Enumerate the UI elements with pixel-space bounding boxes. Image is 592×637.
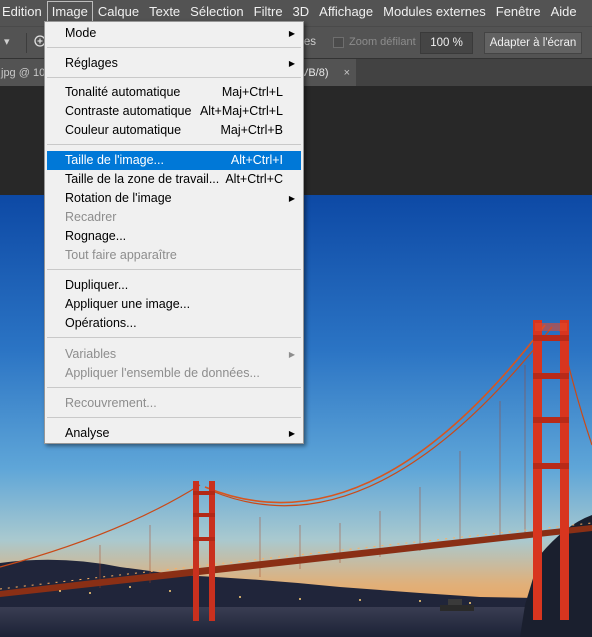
menu-modules-externes[interactable]: Modules externes (378, 1, 491, 23)
close-icon[interactable]: × (344, 59, 350, 87)
menu-item-label: Taille de la zone de travail... (65, 172, 220, 186)
zoom-level-field[interactable]: 100 % (420, 32, 473, 54)
menu-item-trim[interactable]: Rognage... (47, 227, 301, 246)
menu-item-crop: Recadrer (47, 208, 301, 227)
menu-item-shortcut: Alt+Maj+Ctrl+L (199, 104, 283, 118)
menu-item-reglages[interactable]: Réglages ▶ (47, 54, 301, 73)
menu-item-label: Dupliquer... (65, 278, 129, 292)
menu-separator (47, 337, 301, 338)
menu-item-label: Rotation de l'image (65, 191, 172, 205)
document-tab-active[interactable]: VB/8) × (300, 59, 356, 87)
menu-separator (47, 77, 301, 78)
menu-item-label: Variables (65, 347, 117, 361)
menu-fenetre[interactable]: Fenêtre (491, 1, 546, 23)
menu-separator (47, 144, 301, 145)
menu-image[interactable]: Image (46, 1, 93, 23)
menu-item-canvas-size[interactable]: Taille de la zone de travail... Alt+Ctrl… (47, 170, 301, 189)
menu-item-label: Tonalité automatique (65, 85, 181, 99)
menu-item-calculations[interactable]: Opérations... (47, 314, 301, 333)
menu-item-label: Taille de l'image... (65, 153, 164, 167)
menu-item-image-size[interactable]: Taille de l'image... Alt+Ctrl+I (47, 151, 301, 170)
menu-item-label: Recouvrement... (65, 396, 157, 410)
menu-item-label: Opérations... (65, 316, 137, 330)
menu-item-label: Appliquer une image... (65, 297, 191, 311)
menu-edition[interactable]: Edition (0, 1, 47, 23)
menu-item-trap: Recouvrement... (47, 394, 301, 413)
menu-aide[interactable]: Aide (546, 1, 582, 23)
menu-separator (47, 387, 301, 388)
menu-item-shortcut: Maj+Ctrl+L (221, 85, 283, 99)
menu-item-label: Réglages (65, 56, 118, 70)
menu-3d[interactable]: 3D (288, 1, 315, 23)
menu-item-mode[interactable]: Mode ▶ (47, 24, 301, 43)
document-tab[interactable]: jpg @ 10 (0, 59, 46, 87)
submenu-arrow-icon: ▶ (288, 59, 295, 68)
menu-item-label: Appliquer l'ensemble de données... (65, 366, 260, 380)
menu-item-analysis[interactable]: Analyse ▶ (47, 424, 301, 443)
menu-item-label: Analyse (65, 426, 110, 440)
menu-item-shortcut: Maj+Ctrl+B (220, 123, 283, 137)
menu-item-label: Contraste automatique (65, 104, 192, 118)
menu-texte[interactable]: Texte (144, 1, 185, 23)
fit-screen-button[interactable]: Adapter à l'écran (484, 32, 582, 54)
menu-item-apply-image[interactable]: Appliquer une image... (47, 295, 301, 314)
document-tab-label: VB/8) (301, 67, 329, 79)
options-separator (26, 33, 27, 53)
submenu-arrow-icon: ▶ (288, 429, 295, 438)
menu-item-rotation[interactable]: Rotation de l'image ▶ (47, 189, 301, 208)
image-menu-dropdown: Mode ▶ Réglages ▶ Tonalité automatique M… (44, 21, 304, 444)
menu-item-duplicate[interactable]: Dupliquer... (47, 276, 301, 295)
menu-item-shortcut: Alt+Ctrl+I (230, 153, 283, 167)
chevron-down-icon[interactable]: ▾ (4, 35, 10, 48)
menu-selection[interactable]: Sélection (185, 1, 248, 23)
menu-item-label: Rognage... (65, 229, 127, 243)
menu-item-auto-color[interactable]: Couleur automatique Maj+Ctrl+B (47, 121, 301, 140)
submenu-arrow-icon: ▶ (288, 29, 295, 38)
document-tab-label: jpg @ 10 (1, 67, 46, 79)
menu-item-shortcut: Alt+Ctrl+C (225, 172, 283, 186)
menu-calque[interactable]: Calque (93, 1, 144, 23)
menu-affichage[interactable]: Affichage (314, 1, 378, 23)
submenu-arrow-icon: ▶ (288, 350, 295, 359)
scroll-all-checkbox[interactable] (333, 37, 344, 48)
menu-item-variables: Variables ▶ (47, 345, 301, 364)
menu-item-apply-data-set: Appliquer l'ensemble de données... (47, 364, 301, 383)
menu-separator (47, 47, 301, 48)
menu-filtre[interactable]: Filtre (249, 1, 288, 23)
submenu-arrow-icon: ▶ (288, 194, 295, 203)
menu-item-label: Recadrer (65, 210, 117, 224)
menu-separator (47, 269, 301, 270)
menu-item-auto-contrast[interactable]: Contraste automatique Alt+Maj+Ctrl+L (47, 102, 301, 121)
menu-separator (47, 417, 301, 418)
menu-item-label: Tout faire apparaître (65, 248, 177, 262)
menu-item-reveal-all: Tout faire apparaître (47, 246, 301, 265)
menu-item-label: Mode (65, 26, 97, 40)
menu-item-label: Couleur automatique (65, 123, 182, 137)
scroll-all-label: Zoom défilant (349, 36, 416, 48)
menu-item-auto-tone[interactable]: Tonalité automatique Maj+Ctrl+L (47, 83, 301, 102)
